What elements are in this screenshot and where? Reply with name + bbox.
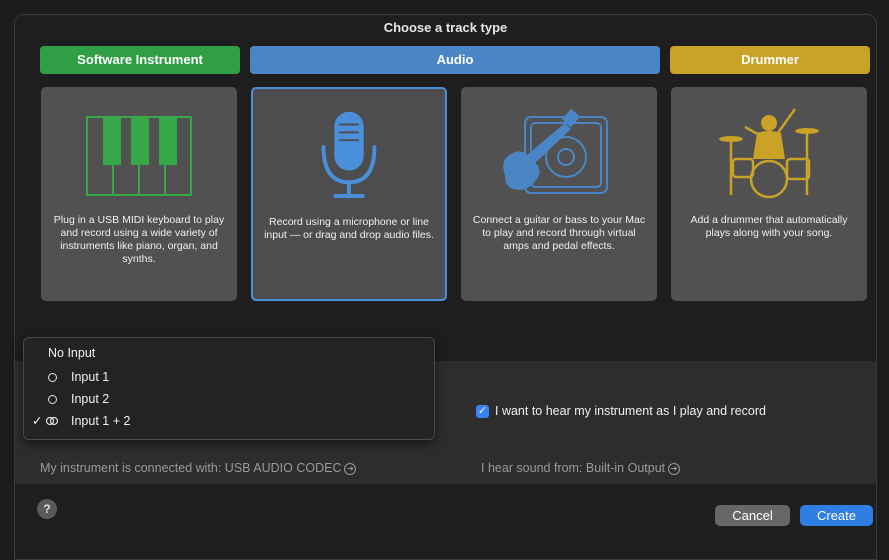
card-audio[interactable]: Record using a microphone or line input … (251, 87, 447, 301)
card-description: Record using a microphone or line input … (264, 216, 434, 241)
card-description: Plug in a USB MIDI keyboard to play and … (53, 214, 225, 265)
card-software-instrument[interactable]: Plug in a USB MIDI keyboard to play and … (41, 87, 237, 301)
menu-item-input-1[interactable]: Input 1 (24, 367, 434, 388)
create-button[interactable]: Create (800, 505, 873, 526)
output-label: I hear sound from: Built-in Output (481, 461, 666, 475)
card-description: Add a drummer that automatically plays a… (690, 214, 848, 239)
card-description: Connect a guitar or bass to your Mac to … (472, 214, 646, 252)
card-drummer[interactable]: Add a drummer that automatically plays a… (671, 87, 867, 301)
dialog-footer: ? Cancel Create (15, 483, 876, 559)
menu-item-label: Input 2 (71, 392, 110, 406)
tab-audio[interactable]: Audio (250, 46, 660, 74)
monitoring-label: I want to hear my instrument as I play a… (495, 404, 766, 418)
tab-software-instrument[interactable]: Software Instrument (40, 46, 240, 74)
menu-item-no-input[interactable]: No Input (24, 343, 434, 364)
piano-keys-icon (86, 116, 192, 196)
menu-item-input-2[interactable]: Input 2 (24, 389, 434, 410)
linked-circles-icon (45, 416, 59, 426)
circle-icon (48, 373, 57, 382)
microphone-icon (321, 111, 377, 198)
menu-item-label: No Input (48, 346, 96, 360)
menu-item-input-1-2[interactable]: ✓ Input 1 + 2 (24, 411, 434, 432)
tab-drummer[interactable]: Drummer (670, 46, 870, 74)
checkmark-icon: ✓ (32, 414, 43, 428)
menu-item-label: Input 1 + 2 (71, 414, 131, 428)
monitoring-option[interactable]: ✓ I want to hear my instrument as I play … (476, 404, 766, 419)
arrow-circle-icon[interactable]: ➔ (344, 462, 357, 475)
guitar-amp-icon (503, 108, 608, 194)
circle-icon (48, 395, 57, 404)
instrument-connection-status: My instrument is connected with: USB AUD… (40, 461, 357, 475)
monitoring-checkbox[interactable]: ✓ (476, 405, 489, 419)
track-type-dialog: Choose a track type Software Instrument … (14, 14, 877, 560)
output-status: I hear sound from: Built-in Output ➔ (481, 461, 681, 475)
drummer-icon (719, 108, 819, 199)
menu-item-label: Input 1 (71, 370, 110, 384)
card-guitar-bass[interactable]: Connect a guitar or bass to your Mac to … (461, 87, 657, 301)
cancel-button[interactable]: Cancel (715, 505, 790, 526)
arrow-circle-icon[interactable]: ➔ (668, 462, 681, 475)
instrument-connection-label: My instrument is connected with: USB AUD… (40, 461, 342, 475)
help-button[interactable]: ? (37, 499, 57, 519)
input-dropdown-menu: No Input Input 1 Input 2 ✓ Input 1 + 2 (23, 337, 435, 440)
dialog-title: Choose a track type (383, 20, 508, 35)
